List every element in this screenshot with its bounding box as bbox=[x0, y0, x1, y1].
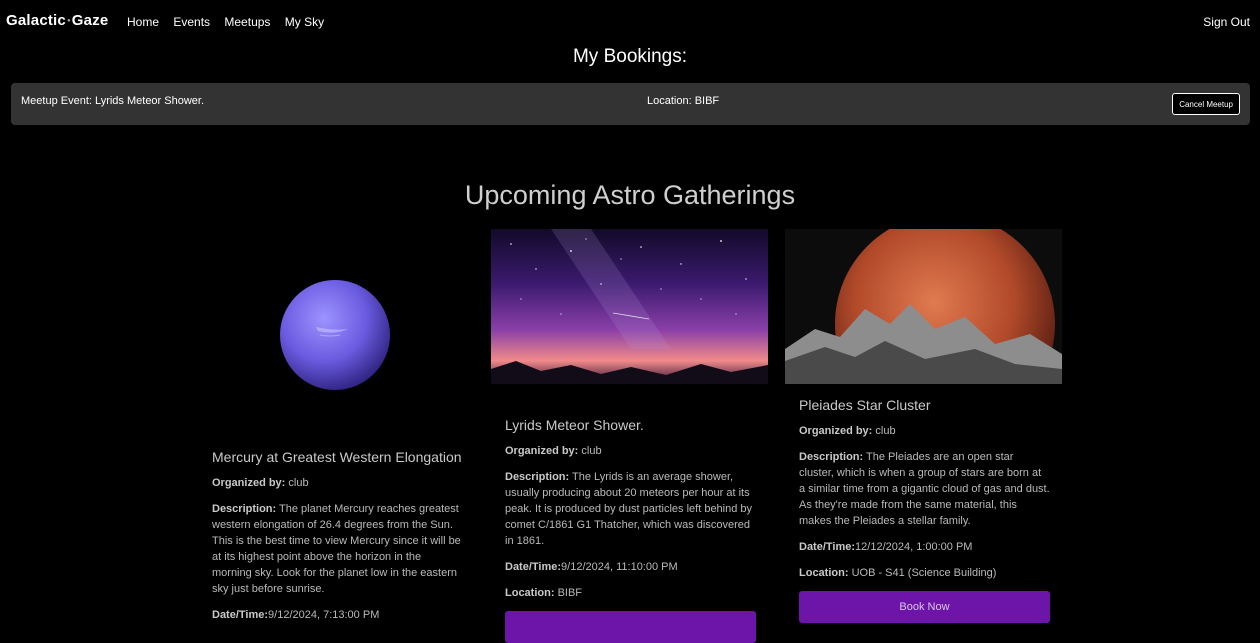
organizer-value: club bbox=[581, 445, 602, 457]
organized-label: Organized by: bbox=[799, 425, 873, 437]
top-navbar: Galactic●Gaze Home Events Meetups My Sky… bbox=[0, 0, 1260, 44]
book-now-button[interactable] bbox=[505, 611, 756, 643]
event-card-body: Lyrids Meteor Shower. Organized by: club… bbox=[505, 417, 756, 643]
event-title: Lyrids Meteor Shower. bbox=[505, 417, 644, 433]
booking-event: Meetup Event: Lyrids Meteor Shower. bbox=[21, 95, 205, 107]
organized-label: Organized by: bbox=[212, 477, 286, 489]
event-card-body: Pleiades Star Cluster Organized by: club… bbox=[799, 397, 1050, 623]
cancel-meetup-button[interactable]: Cancel Meetup bbox=[1172, 93, 1240, 115]
event-datetime: Date/Time:12/12/2024, 1:00:00 PM bbox=[799, 539, 1050, 555]
description-label: Description: bbox=[505, 471, 570, 483]
event-organizer: Organized by: club bbox=[212, 475, 463, 491]
event-image-meteor-sky bbox=[491, 229, 768, 384]
brand-text-2: Gaze bbox=[71, 12, 109, 29]
datetime-value: 9/12/2024, 7:13:00 PM bbox=[268, 609, 380, 621]
datetime-label: Date/Time: bbox=[799, 541, 856, 553]
event-location: Location: UOB - S41 (Science Building) bbox=[799, 565, 1050, 581]
booking-item: Meetup Event: Lyrids Meteor Shower. Loca… bbox=[11, 83, 1250, 125]
event-title: Mercury at Greatest Western Elongation bbox=[212, 449, 462, 465]
location-label: Location: bbox=[505, 587, 555, 599]
nav-events[interactable]: Events bbox=[173, 15, 210, 29]
event-image-red-planet bbox=[785, 229, 1062, 384]
book-now-button[interactable]: Book Now bbox=[799, 591, 1050, 623]
event-location: Location: BIBF bbox=[505, 585, 756, 601]
brand-text-1: Galactic bbox=[6, 12, 66, 29]
event-description: Description: The planet Mercury reaches … bbox=[212, 501, 463, 597]
event-card: Mercury at Greatest Western Elongation O… bbox=[198, 229, 475, 629]
nav-links: Home Events Meetups My Sky bbox=[127, 15, 335, 29]
location-value: UOB - S41 (Science Building) bbox=[851, 567, 997, 579]
organizer-value: club bbox=[288, 477, 309, 489]
sign-out-link[interactable]: Sign Out bbox=[1203, 15, 1250, 29]
datetime-value: 9/12/2024, 11:10:00 PM bbox=[561, 561, 678, 573]
organized-label: Organized by: bbox=[505, 445, 579, 457]
datetime-value: 12/12/2024, 1:00:00 PM bbox=[855, 541, 973, 553]
description-label: Description: bbox=[212, 503, 277, 515]
event-datetime: Date/Time:9/12/2024, 11:10:00 PM bbox=[505, 559, 756, 575]
event-card-body: Mercury at Greatest Western Elongation O… bbox=[212, 449, 463, 633]
brand-logo[interactable]: Galactic●Gaze bbox=[6, 12, 108, 29]
event-organizer: Organized by: club bbox=[799, 423, 1050, 439]
event-description: Description: The Pleiades are an open st… bbox=[799, 449, 1050, 529]
event-card: Pleiades Star Cluster Organized by: club… bbox=[785, 229, 1062, 629]
location-value: BIBF bbox=[557, 587, 583, 599]
event-description: Description: The Lyrids is an average sh… bbox=[505, 469, 756, 549]
nav-my-sky[interactable]: My Sky bbox=[285, 15, 324, 29]
section-title: Upcoming Astro Gatherings bbox=[464, 180, 796, 210]
event-image-blue-planet bbox=[198, 229, 475, 444]
datetime-label: Date/Time: bbox=[505, 561, 562, 573]
nav-home[interactable]: Home bbox=[127, 15, 159, 29]
event-title: Pleiades Star Cluster bbox=[799, 397, 931, 413]
organizer-value: club bbox=[875, 425, 896, 437]
my-bookings-title: My Bookings: bbox=[572, 46, 688, 67]
event-card: Lyrids Meteor Shower. Organized by: club… bbox=[491, 229, 768, 643]
nav-meetups[interactable]: Meetups bbox=[224, 15, 270, 29]
location-label: Location: bbox=[799, 567, 849, 579]
datetime-label: Date/Time: bbox=[212, 609, 269, 621]
description-value: The planet Mercury reaches greatest west… bbox=[212, 503, 461, 595]
description-label: Description: bbox=[799, 451, 864, 463]
event-organizer: Organized by: club bbox=[505, 443, 756, 459]
booking-location: Location: BIBF bbox=[647, 95, 720, 107]
brand-star-icon: ● bbox=[66, 18, 71, 25]
